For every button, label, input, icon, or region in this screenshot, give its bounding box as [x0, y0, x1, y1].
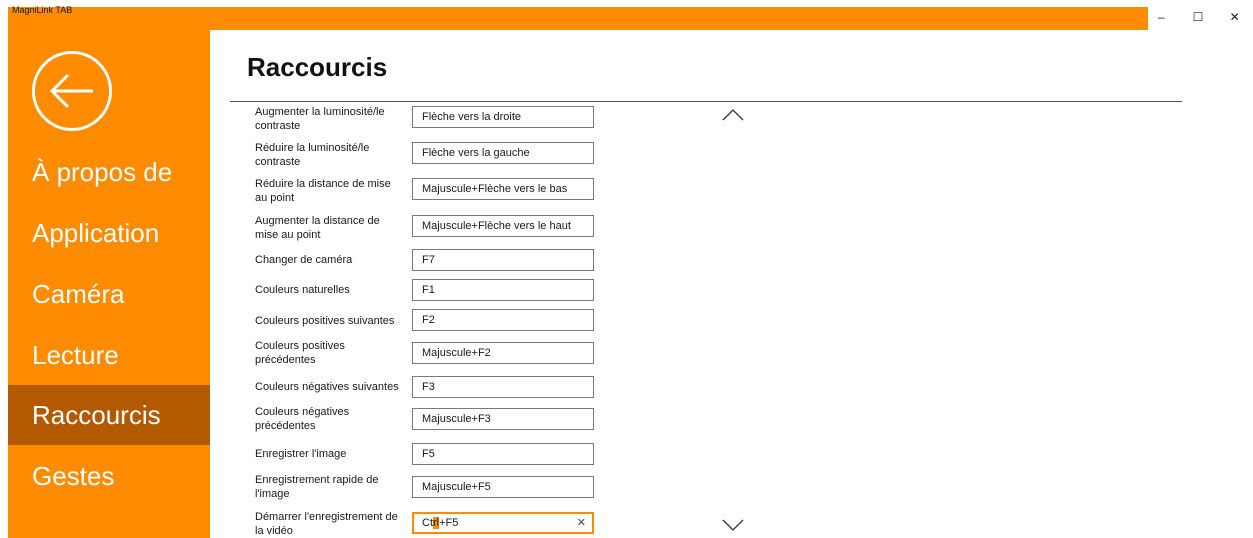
main-content: Raccourcis Augmenter la luminosité/le co…	[210, 30, 1253, 538]
shortcut-label: Changer de caméra	[255, 254, 353, 266]
maximize-button[interactable]: ☐	[1180, 5, 1217, 29]
back-button[interactable]	[32, 51, 112, 131]
shortcut-input[interactable]: Majuscule+Flèche vers le haut	[412, 215, 594, 237]
shortcut-label: Démarrer l'enregistrement de la vidéo	[255, 511, 398, 537]
back-arrow-icon	[49, 73, 93, 109]
shortcut-label: Augmenter la luminosité/le contraste	[255, 106, 385, 132]
focused-input-text: Ctrl+F5	[422, 517, 459, 529]
shortcut-label: Réduire la distance de mise au point	[255, 178, 391, 204]
sidebar-item-a-propos[interactable]: À propos de	[8, 142, 210, 202]
shortcut-label: Enregistrement rapide de l'image	[255, 474, 379, 500]
shortcut-input[interactable]: F1	[412, 279, 594, 301]
shortcut-input-focused[interactable]: Ctrl+F5 ✕	[412, 512, 594, 534]
shortcut-input[interactable]: F7	[412, 249, 594, 271]
shortcut-label: Couleurs positives suivantes	[255, 315, 395, 327]
sidebar-item-raccourcis[interactable]: Raccourcis	[8, 385, 210, 445]
shortcut-input[interactable]: Flèche vers la gauche	[412, 142, 594, 164]
shortcut-label: Couleurs naturelles	[255, 284, 350, 296]
sidebar-item-camera[interactable]: Caméra	[8, 264, 210, 324]
shortcut-input[interactable]: Flèche vers la droite	[412, 106, 594, 128]
sidebar: À propos de Application Caméra Lecture R…	[8, 30, 210, 538]
close-button[interactable]: ✕	[1216, 5, 1253, 29]
sidebar-item-gestes[interactable]: Gestes	[8, 446, 210, 506]
shortcut-input[interactable]: Majuscule+F5	[412, 476, 594, 498]
clear-icon[interactable]: ✕	[577, 514, 586, 532]
scroll-down-button[interactable]	[722, 518, 744, 536]
title-bar-accent	[8, 7, 1148, 30]
page-title: Raccourcis	[247, 52, 388, 82]
shortcut-input[interactable]: Majuscule+Flèche vers le bas	[412, 178, 594, 200]
shortcut-label: Couleurs positives précédentes	[255, 340, 345, 366]
app-title: MagniLink TAB	[12, 5, 73, 15]
sidebar-item-lecture[interactable]: Lecture	[8, 325, 210, 385]
shortcut-input[interactable]: F5	[412, 443, 594, 465]
shortcut-input[interactable]: F3	[412, 376, 594, 398]
chevron-up-icon	[722, 109, 744, 121]
chevron-down-icon	[722, 519, 744, 531]
shortcut-input[interactable]: Majuscule+F2	[412, 342, 594, 364]
shortcut-input[interactable]: Majuscule+F3	[412, 408, 594, 430]
minimize-button[interactable]: –	[1143, 5, 1180, 29]
shortcut-label: Augmenter la distance de mise au point	[255, 215, 380, 241]
shortcut-label: Couleurs négatives suivantes	[255, 381, 399, 393]
shortcut-label: Réduire la luminosité/le contraste	[255, 142, 370, 168]
shortcut-label: Couleurs négatives précédentes	[255, 406, 350, 432]
window-controls: – ☐ ✕	[1143, 5, 1253, 29]
title-divider	[230, 101, 1182, 102]
scroll-up-button[interactable]	[722, 108, 744, 126]
shortcut-label: Enregistrer l'image	[255, 448, 347, 460]
shortcut-input[interactable]: F2	[412, 309, 594, 331]
sidebar-item-application[interactable]: Application	[8, 203, 210, 263]
focused-input-value: Ctrl+F5	[422, 517, 458, 529]
title-bar: MagniLink TAB – ☐ ✕	[8, 0, 1253, 30]
